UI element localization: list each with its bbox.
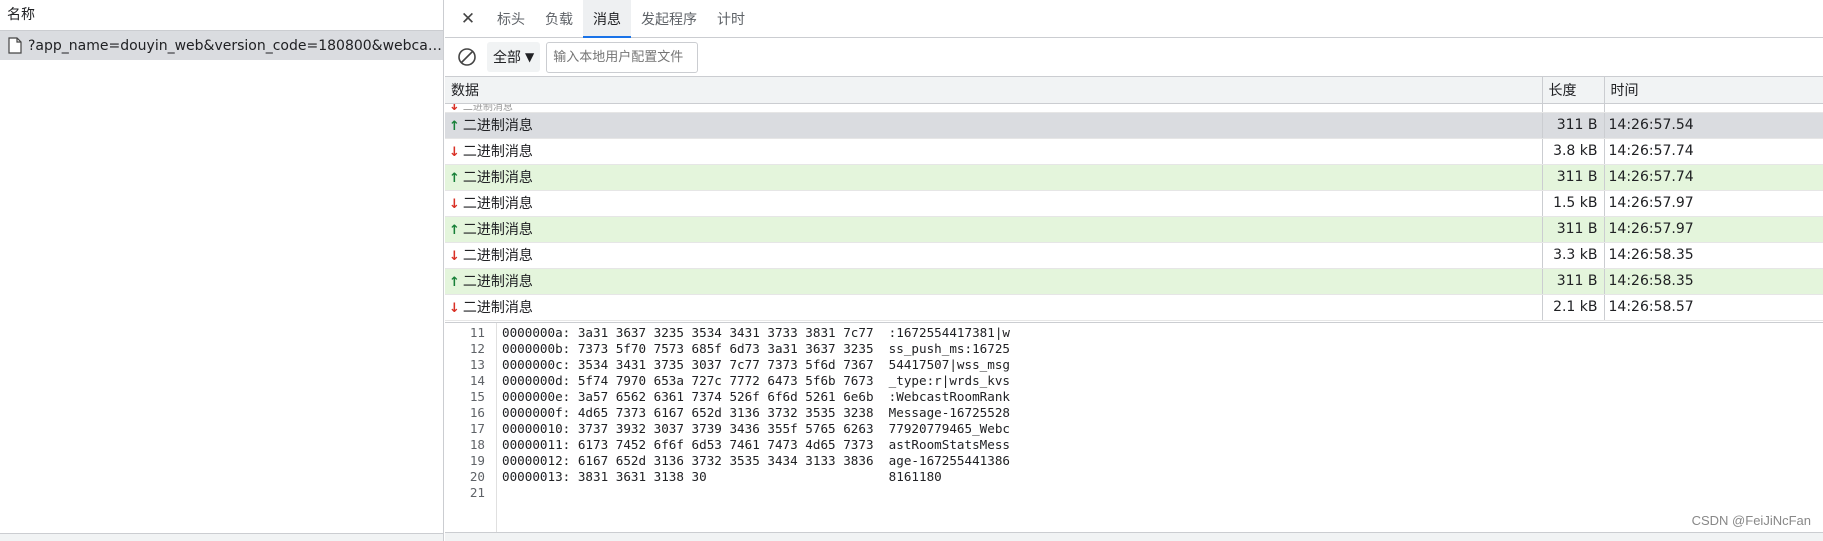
horizontal-scrollbar[interactable] [0,533,443,541]
sent-arrow-icon: ↑ [449,119,460,134]
received-arrow-icon: ↓ [449,249,460,264]
message-data-cell: ↓ 二进制消息 [445,190,1543,217]
message-data-text: 二进制消息 [462,144,533,160]
message-time-cell: 14:26:57.97 [1604,216,1823,243]
message-length-cell: 311 B [1542,112,1605,139]
message-length-cell [1542,103,1605,113]
message-length-cell: 311 B [1542,216,1605,243]
message-data-cell: ↑ 二进制消息 [445,112,1543,139]
message-time-cell: 14:26:57.74 [1604,138,1823,165]
message-data-cell: ↑ 二进制消息 [445,164,1543,191]
request-item-websocket[interactable]: ?app_name=douyin_web&version_code=180800… [0,31,443,60]
message-data-text: 二进制消息 [462,274,533,290]
message-time-cell: 14:26:58.35 [1604,268,1823,295]
message-row[interactable]: ↓ 二进制消息 3.8 kB 14:26:57.74 [445,138,1823,165]
tab-headers[interactable]: 标头 [487,0,535,37]
message-row[interactable]: ↑ 二进制消息 311 B 14:26:57.54 [445,112,1823,139]
tab-initiator[interactable]: 发起程序 [631,0,707,37]
horizontal-scrollbar[interactable] [445,532,1823,541]
message-data-text: 二进制消息 [462,248,533,264]
message-filter-input[interactable] [546,41,699,73]
line-number: 21 [469,485,485,500]
message-row[interactable]: ↑ 二进制消息 311 B 14:26:57.97 [445,216,1823,243]
devtools-network-panel: 名称 ?app_name=douyin_web&version_code=180… [0,0,1823,541]
tab-messages[interactable]: 消息 [583,0,631,38]
message-time-cell: 14:26:58.35 [1604,242,1823,269]
caret-down-icon: ▼ [525,50,535,64]
message-length-cell: 3.3 kB [1542,242,1605,269]
tab-payload[interactable]: 负载 [535,0,583,37]
message-length-cell: 311 B [1542,164,1605,191]
message-row[interactable]: ↑ 二进制消息 311 B 14:26:57.74 [445,164,1823,191]
received-arrow-icon: ↓ [449,197,460,212]
tab-timing[interactable]: 计时 [707,0,755,37]
hex-line-text: 00000013: 3831 3631 3138 30 8161180 [502,469,942,484]
message-length-cell: 3.8 kB [1542,138,1605,165]
watermark: CSDN @FeiJiNcFan [1691,513,1811,528]
sent-arrow-icon: ↑ [449,223,460,238]
message-data-text: 二进制消息 [462,103,513,112]
message-time-cell: 14:26:57.97 [1604,190,1823,217]
clear-messages-icon[interactable] [457,47,477,67]
detail-tabbar: ✕ 标头 负载 消息 发起程序 计时 [445,0,1823,38]
messages-grid: 数据 长度 时间 ↓ 二进制消息 ↑ 二进制消息 311 B 14:26:57.54 ↓ 二进… [445,77,1823,323]
column-header-time[interactable]: 时间 [1604,77,1823,104]
message-time-cell: 14:26:57.54 [1604,112,1823,139]
message-row[interactable]: ↓ 二进制消息 2.1 kB 14:26:58.57 [445,294,1823,321]
message-data-text: 二进制消息 [462,222,533,238]
received-arrow-icon: ↓ [449,103,460,112]
filter-value: 全部 [493,50,521,66]
message-data-cell: ↑ 二进制消息 [445,216,1543,243]
message-data-cell: ↓ 二进制消息 [445,294,1543,321]
message-data-cell: ↓ 二进制消息 [445,103,1543,113]
message-data-text: 二进制消息 [462,300,533,316]
request-item-label: ?app_name=douyin_web&version_code=180800… [28,37,443,54]
document-icon [8,37,22,54]
message-data-text: 二进制消息 [462,170,533,186]
column-header-data[interactable]: 数据 [445,77,1543,104]
message-filter-select[interactable]: 全部 ▼ [487,42,541,72]
message-length-cell: 2.1 kB [1542,294,1605,321]
received-arrow-icon: ↓ [449,301,460,316]
message-data-text: 二进制消息 [462,118,533,134]
message-data-cell: ↑ 二进制消息 [445,268,1543,295]
request-detail-pane: ✕ 标头 负载 消息 发起程序 计时 全部 ▼ 数据 [445,0,1823,541]
message-length-cell: 311 B [1542,268,1605,295]
message-row[interactable]: ↑ 二进制消息 311 B 14:26:58.35 [445,268,1823,295]
message-data-cell: ↓ 二进制消息 [445,138,1543,165]
message-time-cell [1604,103,1823,113]
request-list-pane: 名称 ?app_name=douyin_web&version_code=180… [0,0,444,541]
column-header-length[interactable]: 长度 [1542,77,1605,104]
message-time-cell: 14:26:57.74 [1604,164,1823,191]
message-time-cell: 14:26:58.57 [1604,294,1823,321]
sent-arrow-icon: ↑ [449,275,460,290]
name-column-header[interactable]: 名称 [0,0,443,31]
message-data-text: 二进制消息 [462,196,533,212]
message-row[interactable]: ↓ 二进制消息 1.5 kB 14:26:57.97 [445,190,1823,217]
message-row[interactable]: ↓ 二进制消息 [445,103,1823,113]
binary-hex-viewer[interactable]: 11 0000000a: 3a31 3637 3235 3534 3431 373… [445,323,1823,532]
received-arrow-icon: ↓ [449,145,460,160]
sent-arrow-icon: ↑ [449,171,460,186]
messages-toolbar: 全部 ▼ [445,38,1823,77]
message-length-cell: 1.5 kB [1542,190,1605,217]
close-icon[interactable]: ✕ [455,0,481,37]
message-row[interactable]: ↓ 二进制消息 3.3 kB 14:26:58.35 [445,242,1823,269]
message-data-cell: ↓ 二进制消息 [445,242,1543,269]
